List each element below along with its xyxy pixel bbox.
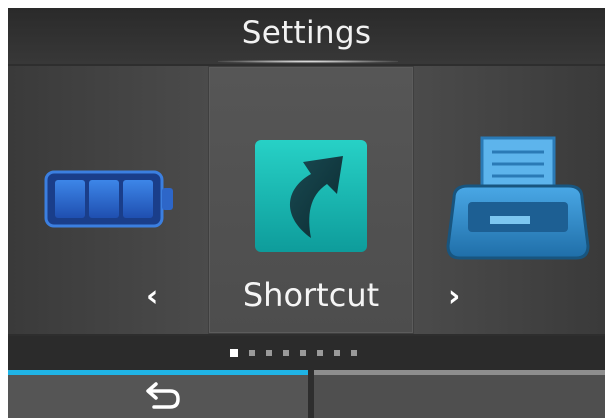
menu-carousel: ‹ Shortcut › <box>8 66 605 334</box>
page-dot <box>283 350 289 356</box>
page-dot <box>334 350 340 356</box>
page-title: Settings <box>241 15 372 51</box>
printer-icon <box>446 136 590 260</box>
page-dot <box>351 350 357 356</box>
previous-arrow[interactable]: ‹ <box>146 282 158 312</box>
page-dot <box>249 350 255 356</box>
page-dot-active <box>230 349 238 357</box>
menu-item-shortcut[interactable]: Shortcut <box>210 68 412 332</box>
page-dot <box>317 350 323 356</box>
menu-item-battery[interactable]: ‹ <box>8 66 208 334</box>
header-bar: Settings <box>8 8 605 64</box>
next-arrow[interactable]: › <box>448 282 460 312</box>
page-dot <box>300 350 306 356</box>
menu-item-label: Shortcut <box>242 276 380 314</box>
device-screen: Settings ‹ Shortcut › <box>8 8 605 418</box>
return-arrow-icon <box>146 382 180 409</box>
page-dot <box>266 350 272 356</box>
back-button-accent <box>8 370 308 375</box>
empty-softkey[interactable] <box>314 370 605 418</box>
softkey-accent <box>314 370 605 375</box>
shortcut-icon <box>255 140 367 252</box>
back-button[interactable] <box>8 370 308 418</box>
title-underline <box>218 60 398 63</box>
menu-item-printer[interactable]: › <box>414 66 605 334</box>
battery-icon <box>44 170 173 228</box>
page-indicator <box>8 336 605 370</box>
